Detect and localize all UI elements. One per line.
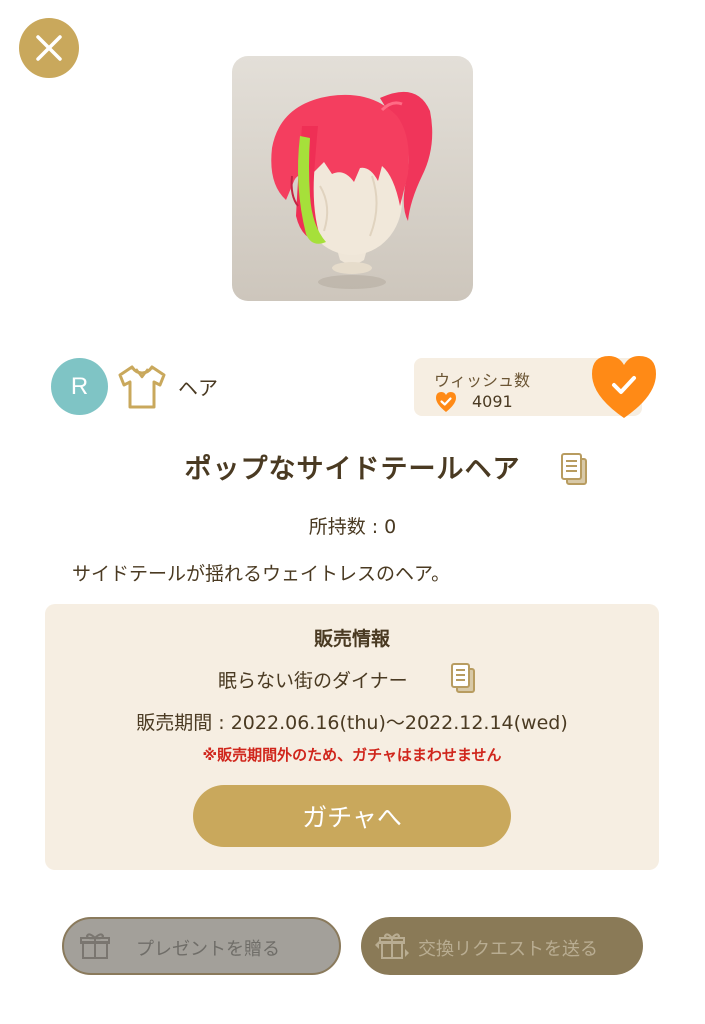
close-button[interactable] bbox=[19, 18, 79, 78]
copy-icon[interactable] bbox=[560, 452, 588, 486]
copy-icon[interactable] bbox=[450, 662, 476, 694]
item-preview-image bbox=[232, 56, 473, 301]
go-to-gacha-button[interactable]: ガチャへ bbox=[193, 785, 511, 847]
item-description: サイドテールが揺れるウェイトレスのヘア。 bbox=[72, 563, 451, 585]
sale-period: 販売期間 : 2022.06.16(thu)〜2022.12.14(wed) bbox=[136, 712, 568, 734]
exchange-request-button[interactable]: 交換リクエストを送る bbox=[361, 917, 643, 975]
wish-count-title: ウィッシュ数 bbox=[434, 371, 531, 390]
gift-icon bbox=[80, 933, 110, 959]
heart-check-icon bbox=[436, 392, 456, 412]
category-label: ヘア bbox=[178, 376, 218, 400]
exchange-request-label: 交換リクエストを送る bbox=[418, 939, 598, 960]
item-name: ポップなサイドテールヘア bbox=[184, 454, 521, 485]
sale-warning: ※販売期間外のため、ガチャはまわせません bbox=[202, 746, 502, 764]
item-detail-modal: R ヘア ウィッシュ数 4091 ポップなサイドテールヘア 所持数 : 0 サイ… bbox=[0, 0, 705, 1024]
gacha-name: 眠らない街のダイナー bbox=[218, 670, 408, 692]
close-icon bbox=[36, 35, 62, 61]
sale-info-title: 販売情報 bbox=[313, 628, 390, 650]
hair-preview bbox=[271, 91, 433, 289]
wish-heart-button[interactable] bbox=[588, 354, 660, 420]
wish-count-value: 4091 bbox=[472, 392, 513, 411]
send-present-button[interactable]: プレゼントを贈る bbox=[62, 917, 341, 975]
item-name-row: ポップなサイドテールヘア bbox=[0, 447, 705, 486]
send-present-label: プレゼントを贈る bbox=[136, 939, 280, 960]
rarity-badge: R bbox=[51, 358, 108, 415]
owned-count: 所持数 : 0 bbox=[308, 516, 397, 538]
sale-info-panel: 販売情報 眠らない街のダイナー 販売期間 : 2022.06.16(thu)〜2… bbox=[45, 604, 659, 870]
exchange-gift-icon bbox=[375, 933, 409, 959]
shirt-icon bbox=[118, 365, 166, 409]
